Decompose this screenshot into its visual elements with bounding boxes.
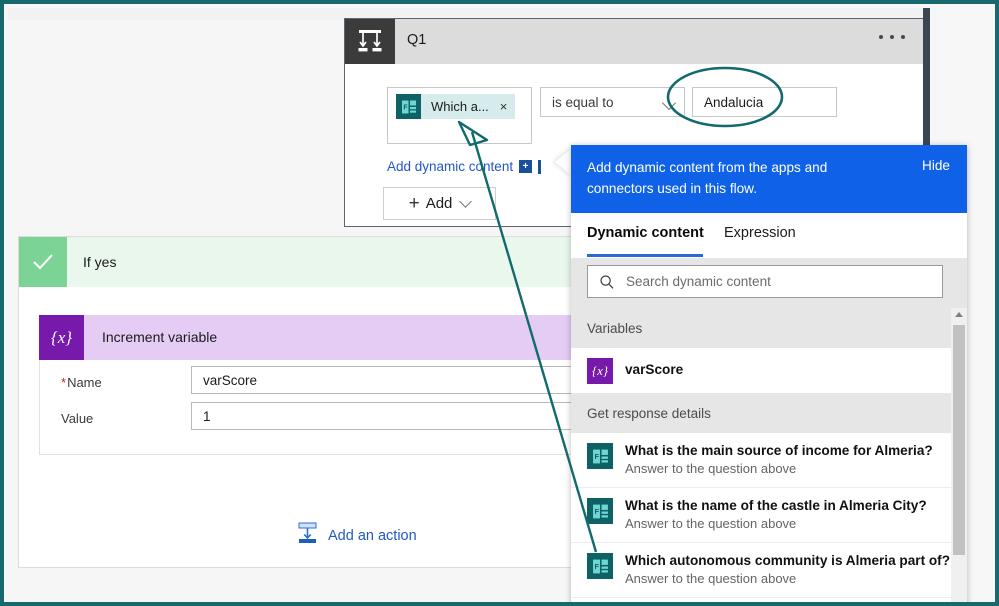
svg-text:F: F	[594, 562, 599, 571]
add-dynamic-content-badge-icon: +	[519, 160, 533, 173]
condition-operator-select[interactable]: is equal to	[540, 87, 685, 117]
dynamic-content-token[interactable]: F Which a... ×	[396, 94, 516, 119]
list-item[interactable]: F Which autonomous community is Almeria …	[571, 543, 967, 598]
add-an-action-label: Add an action	[328, 527, 417, 544]
search-input[interactable]	[624, 273, 928, 290]
condition-card-header: Q1	[345, 19, 927, 64]
svg-text:F: F	[594, 507, 599, 516]
panel-banner-text: Add dynamic content from the apps and co…	[587, 160, 828, 196]
search-box[interactable]	[587, 265, 943, 298]
close-icon[interactable]: ×	[498, 100, 510, 113]
condition-icon	[345, 19, 395, 64]
required-mark: *	[61, 375, 67, 390]
list-item-title: What is the name of the castle in Almeri…	[625, 498, 927, 513]
scroll-up-arrow-icon[interactable]	[955, 312, 963, 317]
list-item-text-wrap: Which autonomous community is Almeria pa…	[625, 552, 950, 588]
list-item-title: What is the main source of income for Al…	[625, 443, 933, 458]
add-dynamic-content-link[interactable]: Add dynamic content +	[387, 159, 542, 174]
name-field-label: *Name	[61, 375, 102, 390]
condition-value-input[interactable]: Andalucia	[692, 87, 837, 117]
list-item-text-wrap: What is the name of the castle in Almeri…	[625, 497, 927, 533]
forms-icon: F	[587, 553, 613, 579]
add-dynamic-content-label: Add dynamic content	[387, 159, 514, 174]
group-header-get-response-details: Get response details	[571, 393, 967, 433]
panel-banner: Add dynamic content from the apps and co…	[571, 145, 967, 213]
list-item[interactable]: {x} varScore	[571, 348, 967, 393]
check-icon	[19, 237, 67, 287]
overflow-menu-icon[interactable]	[879, 35, 905, 39]
token-label: Which a...	[431, 99, 489, 114]
list-item[interactable]: F What is the main source of income for …	[571, 433, 967, 488]
value-field-label: Value	[61, 411, 94, 426]
plus-icon: +	[408, 193, 420, 214]
list-item-subtitle: Answer to the question above	[625, 461, 797, 476]
panel-search-area	[571, 258, 967, 308]
variable-icon: {x}	[39, 315, 84, 360]
forms-icon: F	[587, 443, 613, 469]
active-tab-underline	[587, 254, 703, 257]
list-item[interactable]: F What is the name of the castle in Alme…	[571, 488, 967, 543]
add-action-icon	[297, 522, 318, 549]
add-button-label: Add	[425, 195, 453, 212]
flow-designer-canvas: If yes {x} Increment variable *Name varS…	[8, 8, 995, 602]
list-item-text-wrap: What is the main source of income for Al…	[625, 442, 933, 478]
condition-left-operand-box[interactable]: F Which a... ×	[387, 87, 532, 144]
list-item-subtitle: Answer to the question above	[625, 571, 797, 586]
operator-value: is equal to	[552, 94, 614, 110]
tab-expression[interactable]: Expression	[724, 225, 796, 241]
dynamic-content-list[interactable]: Variables {x} varScore Get response deta…	[571, 308, 967, 602]
if-yes-label: If yes	[83, 254, 117, 270]
add-dynamic-content-caret	[538, 159, 542, 174]
list-item-title: varScore	[625, 362, 684, 377]
search-icon	[599, 274, 615, 290]
add-button[interactable]: + Add	[383, 187, 496, 220]
tab-dynamic-content[interactable]: Dynamic content	[587, 225, 704, 241]
dynamic-content-panel: Add dynamic content from the apps and co…	[571, 145, 967, 602]
svg-text:F: F	[594, 452, 599, 461]
svg-text:F: F	[403, 104, 408, 111]
list-item-title: Which autonomous community is Almeria pa…	[625, 553, 951, 568]
panel-scrollbar-thumb[interactable]	[953, 325, 965, 555]
chevron-down-icon	[661, 95, 677, 111]
increment-variable-title: Increment variable	[102, 329, 218, 345]
add-an-action-button[interactable]: Add an action	[297, 522, 417, 549]
condition-card-title: Q1	[407, 32, 427, 48]
forms-icon: F	[587, 498, 613, 524]
hide-banner-button[interactable]: Hide	[922, 158, 950, 173]
list-item[interactable]: F Responders' Email	[571, 598, 967, 602]
group-header-variables: Variables	[571, 308, 967, 348]
panel-pointer	[555, 148, 572, 176]
screenshot-root: If yes {x} Increment variable *Name varS…	[0, 0, 999, 606]
condition-value-text: Andalucia	[704, 94, 764, 110]
forms-icon: F	[396, 94, 421, 119]
variable-icon: {x}	[587, 358, 613, 384]
chevron-down-icon	[459, 195, 473, 208]
list-item-subtitle: Answer to the question above	[625, 516, 797, 531]
panel-tabs: Dynamic content Expression	[571, 213, 967, 258]
